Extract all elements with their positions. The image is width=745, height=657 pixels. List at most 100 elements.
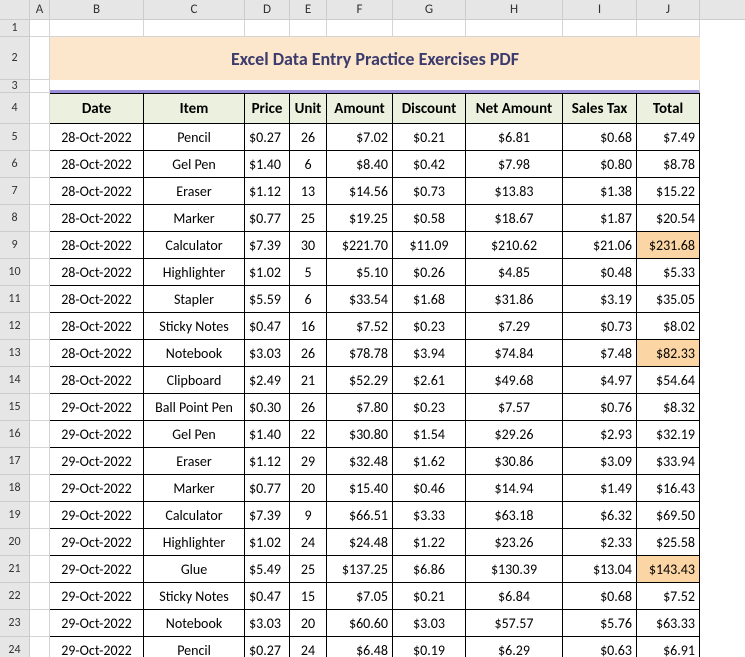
cell-net[interactable]: $4.85 [466, 259, 563, 286]
col-header-I[interactable]: I [563, 0, 637, 19]
cell-item[interactable]: Clipboard [144, 367, 245, 394]
row-header-10[interactable]: 10 [0, 259, 29, 286]
cell-price[interactable]: $7.39 [245, 502, 290, 529]
cell-item[interactable]: Sticky Notes [144, 583, 245, 610]
cell[interactable] [290, 20, 327, 37]
cell-tax[interactable]: $2.93 [563, 421, 637, 448]
cell-amount[interactable]: $19.25 [327, 205, 393, 232]
cell-amount[interactable]: $5.10 [327, 259, 393, 286]
cell-date[interactable]: 28-Oct-2022 [50, 286, 144, 313]
cell-unit[interactable]: 26 [290, 124, 327, 151]
cell-item[interactable]: Notebook [144, 340, 245, 367]
cell-amount[interactable]: $15.40 [327, 475, 393, 502]
cell-date[interactable]: 29-Oct-2022 [50, 475, 144, 502]
cell-net[interactable]: $6.81 [466, 124, 563, 151]
cell-date[interactable]: 28-Oct-2022 [50, 124, 144, 151]
cell-total[interactable]: $32.19 [637, 421, 700, 448]
header-price[interactable]: Price [245, 93, 290, 124]
cell-amount[interactable]: $33.54 [327, 286, 393, 313]
cell-total[interactable]: $25.58 [637, 529, 700, 556]
row-header-21[interactable]: 21 [0, 556, 29, 583]
cell-item[interactable]: Marker [144, 475, 245, 502]
row-header-11[interactable]: 11 [0, 286, 29, 313]
cell-discount[interactable]: $0.23 [393, 394, 466, 421]
row-header-12[interactable]: 12 [0, 313, 29, 340]
cell-discount[interactable]: $11.09 [393, 232, 466, 259]
cell-net[interactable]: $30.86 [466, 448, 563, 475]
cell-total[interactable]: $8.78 [637, 151, 700, 178]
cell-discount[interactable]: $2.61 [393, 367, 466, 394]
cell[interactable] [30, 340, 50, 367]
cell-price[interactable]: $0.77 [245, 205, 290, 232]
cell[interactable] [30, 556, 50, 583]
cell-unit[interactable]: 25 [290, 205, 327, 232]
cell-item[interactable]: Eraser [144, 178, 245, 205]
row-header-24[interactable]: 24 [0, 637, 29, 657]
cell-item[interactable]: Marker [144, 205, 245, 232]
cell[interactable] [30, 367, 50, 394]
cell-total[interactable]: $35.05 [637, 286, 700, 313]
cell-total[interactable]: $33.94 [637, 448, 700, 475]
cell[interactable] [30, 502, 50, 529]
col-header-H[interactable]: H [466, 0, 563, 19]
cell-net[interactable]: $130.39 [466, 556, 563, 583]
cell-item[interactable]: Sticky Notes [144, 313, 245, 340]
cell-unit[interactable]: 16 [290, 313, 327, 340]
cell[interactable] [30, 80, 50, 93]
row-header-19[interactable]: 19 [0, 502, 29, 529]
cell-date[interactable]: 29-Oct-2022 [50, 502, 144, 529]
cell-net[interactable]: $7.57 [466, 394, 563, 421]
cell-item[interactable]: Notebook [144, 610, 245, 637]
cell-total[interactable]: $143.43 [637, 556, 700, 583]
cell-net[interactable]: $210.62 [466, 232, 563, 259]
cell-tax[interactable]: $4.97 [563, 367, 637, 394]
cell-net[interactable]: $57.57 [466, 610, 563, 637]
cell-tax[interactable]: $1.49 [563, 475, 637, 502]
row-header-3[interactable]: 3 [0, 80, 29, 93]
cell-net[interactable]: $6.84 [466, 583, 563, 610]
cell-price[interactable]: $0.27 [245, 124, 290, 151]
cell-price[interactable]: $0.77 [245, 475, 290, 502]
cell[interactable] [30, 20, 50, 37]
cell[interactable] [30, 610, 50, 637]
row-header-1[interactable]: 1 [0, 20, 29, 37]
cell-net[interactable]: $29.26 [466, 421, 563, 448]
header-total[interactable]: Total [637, 93, 700, 124]
cell-total[interactable]: $15.22 [637, 178, 700, 205]
cell-total[interactable]: $7.52 [637, 583, 700, 610]
cell-price[interactable]: $1.40 [245, 151, 290, 178]
cell-unit[interactable]: 22 [290, 421, 327, 448]
cell-tax[interactable]: $0.80 [563, 151, 637, 178]
cell-tax[interactable]: $0.68 [563, 583, 637, 610]
cell-amount[interactable]: $7.52 [327, 313, 393, 340]
cell[interactable] [30, 178, 50, 205]
cell-price[interactable]: $1.40 [245, 421, 290, 448]
cell-amount[interactable]: $24.48 [327, 529, 393, 556]
cell-discount[interactable]: $0.58 [393, 205, 466, 232]
cell-amount[interactable]: $6.48 [327, 637, 393, 657]
cell-item[interactable]: Gel Pen [144, 421, 245, 448]
cell-net[interactable]: $23.26 [466, 529, 563, 556]
cell-total[interactable]: $54.64 [637, 367, 700, 394]
cell[interactable] [30, 583, 50, 610]
cell-discount[interactable]: $0.42 [393, 151, 466, 178]
cell-amount[interactable]: $7.05 [327, 583, 393, 610]
cell[interactable] [30, 151, 50, 178]
cell-amount[interactable]: $32.48 [327, 448, 393, 475]
cell[interactable] [30, 37, 50, 80]
cell-net[interactable]: $7.98 [466, 151, 563, 178]
cell-discount[interactable]: $0.21 [393, 583, 466, 610]
cell[interactable] [30, 313, 50, 340]
cell[interactable] [30, 475, 50, 502]
cell[interactable] [466, 20, 563, 37]
row-header-17[interactable]: 17 [0, 448, 29, 475]
cell-discount[interactable]: $1.22 [393, 529, 466, 556]
cell-tax[interactable]: $1.38 [563, 178, 637, 205]
cell-net[interactable]: $74.84 [466, 340, 563, 367]
cell-total[interactable]: $6.91 [637, 637, 700, 657]
cell-tax[interactable]: $3.19 [563, 286, 637, 313]
cell-item[interactable]: Highlighter [144, 259, 245, 286]
cell-total[interactable]: $7.49 [637, 124, 700, 151]
cell-date[interactable]: 28-Oct-2022 [50, 340, 144, 367]
cell-price[interactable]: $3.03 [245, 340, 290, 367]
